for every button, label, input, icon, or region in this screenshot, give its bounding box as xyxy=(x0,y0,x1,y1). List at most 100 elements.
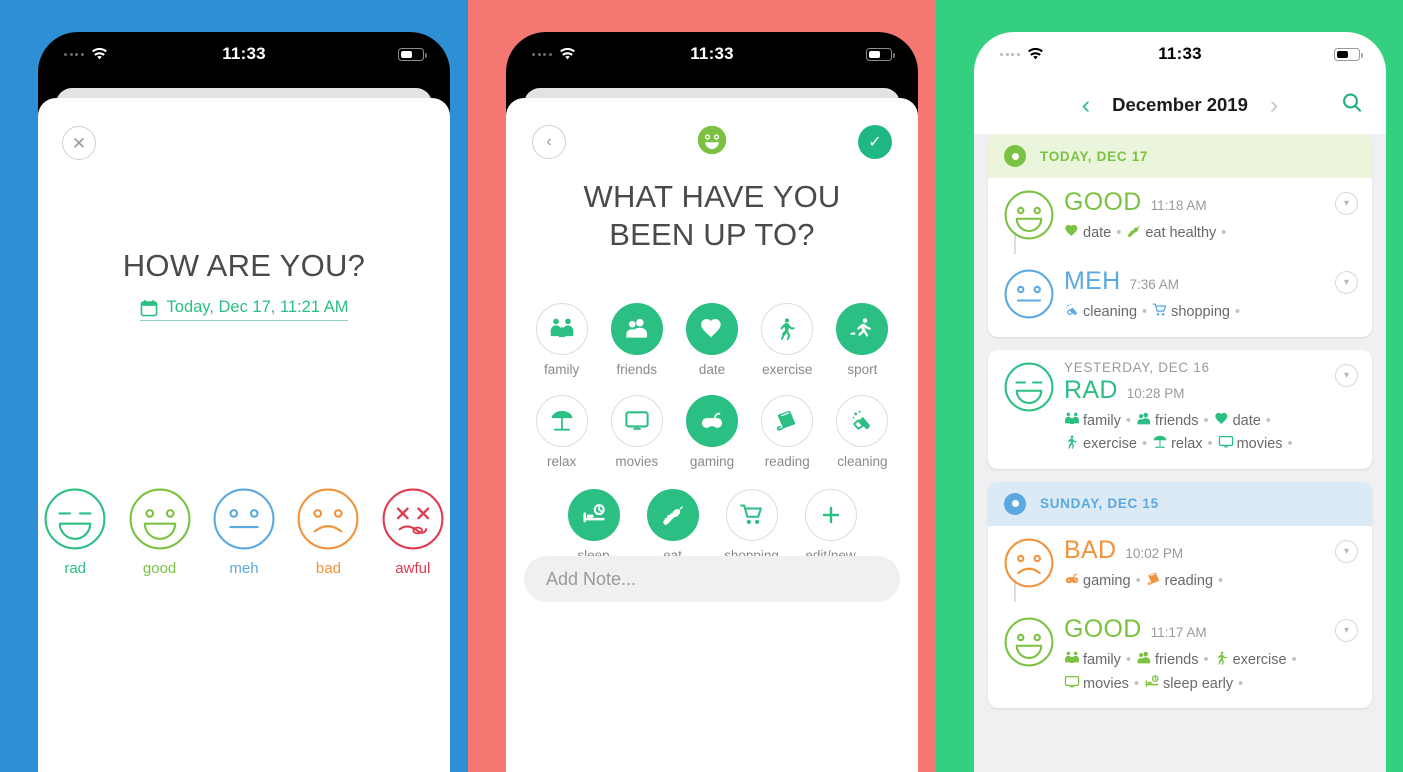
mood-option-meh[interactable]: meh xyxy=(207,488,281,577)
status-time: 11:33 xyxy=(222,44,266,63)
entry-body: YESTERDAY, DEC 16 RAD 10:28 PM family • fr… xyxy=(1058,360,1356,457)
mood-entry[interactable]: MEH 7:36 AM cleaning • shopping • ▾ xyxy=(988,257,1372,336)
activity-cleaning[interactable]: cleaning xyxy=(825,394,900,471)
tag-separator: • xyxy=(1238,675,1244,692)
day-header: TODAY, DEC 17 xyxy=(988,134,1372,178)
activity-label: exercise xyxy=(762,362,813,377)
bed-icon xyxy=(1144,675,1163,692)
tag-book: reading xyxy=(1146,572,1213,589)
phone-frame-2: 11:33 ‹ ✓ WHAT HAVE YOU BEEN UP TO? fami… xyxy=(506,32,918,772)
activity-reading[interactable]: reading xyxy=(750,394,825,471)
tag-exercise: exercise xyxy=(1064,435,1137,452)
entry-mood-icon xyxy=(1004,188,1058,245)
day-marker-icon xyxy=(1004,492,1026,515)
tag-friends: friends xyxy=(1136,652,1198,668)
activity-movies[interactable]: movies xyxy=(599,394,674,471)
search-icon[interactable] xyxy=(1340,91,1364,120)
tag-label: family xyxy=(1083,652,1121,669)
tag-separator: • xyxy=(1133,675,1140,692)
entry-header: MEH 7:36 AM xyxy=(1064,267,1348,296)
tag-separator: • xyxy=(1265,412,1271,429)
status-right xyxy=(1334,47,1363,61)
day-marker-icon xyxy=(1004,145,1026,167)
activity-sport[interactable]: sport xyxy=(825,303,900,379)
date-selector[interactable]: Today, Dec 17, 11:21 AM xyxy=(139,298,349,321)
activity-family[interactable]: family xyxy=(524,303,599,379)
entry-feed[interactable]: TODAY, DEC 17 GOOD 11:18 AM date • eat hea… xyxy=(974,134,1386,772)
entry-mood-icon xyxy=(1004,267,1058,324)
selected-mood-icon xyxy=(506,125,918,160)
mood-entry[interactable]: GOOD 11:17 AM family • friends • exercise •mo… xyxy=(988,605,1372,708)
phone-frame-3: 11:33 ‹ December 2019 › TODAY, DEC 17 GO… xyxy=(974,32,1386,772)
prev-month-icon[interactable]: ‹ xyxy=(1082,92,1090,118)
activity-label: relax xyxy=(546,453,577,469)
day-header-label: TODAY, DEC 17 xyxy=(1040,148,1149,164)
gaming-icon xyxy=(686,394,738,447)
tag-separator: • xyxy=(1203,412,1209,429)
activity-date[interactable]: date xyxy=(674,303,749,379)
gamepad-icon xyxy=(1064,573,1083,589)
month-nav-center: ‹ December 2019 › xyxy=(974,92,1386,118)
mood-entry[interactable]: BAD 10:02 PM gaming • reading • ▾ xyxy=(988,526,1372,605)
day-card: TODAY, DEC 17 GOOD 11:18 AM date • eat hea… xyxy=(988,134,1372,337)
panel-entry-list: 11:33 ‹ December 2019 › TODAY, DEC 17 GO… xyxy=(936,0,1403,772)
activity-gaming[interactable]: gaming xyxy=(674,394,749,471)
day-header: SUNDAY, DEC 15 xyxy=(988,481,1372,526)
tag-gamepad: gaming xyxy=(1064,573,1131,589)
eat-healthy-icon xyxy=(646,488,699,541)
mood-prompt: HOW ARE YOU? Today, Dec 17, 11:21 AM xyxy=(38,248,450,322)
mood-entry[interactable]: GOOD 11:18 AM date • eat healthy • ▾ xyxy=(988,178,1372,257)
mood-option-bad[interactable]: bad xyxy=(291,488,365,577)
tag-label: date xyxy=(1083,225,1112,241)
tv-icon xyxy=(1218,436,1237,452)
mood-option-good[interactable]: good xyxy=(122,488,196,577)
exercise-icon xyxy=(761,303,814,355)
expand-icon[interactable]: ▾ xyxy=(1335,539,1358,563)
activity-row-2: relax movies gaming reading cleaning xyxy=(524,394,900,471)
activity-label: reading xyxy=(764,453,810,469)
entry-mood-label: BAD xyxy=(1064,535,1117,564)
mood-label: rad xyxy=(64,560,87,577)
status-bar-3: 11:33 xyxy=(974,32,1386,76)
battery-icon xyxy=(1334,47,1363,61)
activity-relax[interactable]: relax xyxy=(524,394,599,471)
entry-body: MEH 7:36 AM cleaning • shopping • xyxy=(1058,267,1356,324)
tag-separator: • xyxy=(1203,652,1209,669)
entry-tags: date • eat healthy • xyxy=(1064,222,1348,245)
close-icon[interactable]: ✕ xyxy=(62,126,96,160)
activity-friends[interactable]: friends xyxy=(599,303,674,379)
current-month-label: December 2019 xyxy=(1112,94,1248,115)
tag-separator: • xyxy=(1207,436,1213,453)
entry-mood-label: RAD xyxy=(1064,375,1118,404)
next-month-icon[interactable]: › xyxy=(1270,92,1278,118)
mood-option-awful[interactable]: awful xyxy=(376,488,450,577)
title-line-1: WHAT HAVE YOU xyxy=(583,179,841,214)
mood-label: bad xyxy=(315,560,341,577)
mood-label: good xyxy=(142,560,177,577)
entry-time: 11:18 AM xyxy=(1150,198,1207,213)
tag-separator: • xyxy=(1142,436,1148,453)
entry-time: 11:17 AM xyxy=(1150,625,1207,641)
mood-entry[interactable]: YESTERDAY, DEC 16 RAD 10:28 PM family • fr… xyxy=(988,350,1372,469)
expand-icon[interactable]: ▾ xyxy=(1335,192,1358,215)
tag-separator: • xyxy=(1125,652,1131,669)
activity-label: gaming xyxy=(689,453,735,469)
mood-label: awful xyxy=(395,560,431,577)
tag-label: friends xyxy=(1154,412,1199,429)
title-line-2: BEEN UP TO? xyxy=(609,216,815,252)
activity-exercise[interactable]: exercise xyxy=(750,303,825,379)
tag-bed: sleep early xyxy=(1144,675,1233,692)
activity-label: friends xyxy=(616,362,658,377)
entry-time: 7:36 AM xyxy=(1129,277,1179,293)
carrot-icon xyxy=(1126,225,1145,241)
broom-icon xyxy=(1064,304,1083,320)
entry-date-label: YESTERDAY, DEC 16 xyxy=(1064,359,1210,375)
expand-icon[interactable]: ▾ xyxy=(1335,363,1358,387)
tag-separator: • xyxy=(1221,225,1227,241)
add-note-input[interactable]: Add Note... xyxy=(524,556,900,602)
tag-separator: • xyxy=(1142,304,1148,321)
family-icon xyxy=(1064,412,1083,429)
cleaning-icon xyxy=(836,394,889,447)
mood-option-rad[interactable]: rad xyxy=(38,488,112,577)
status-bar-1: 11:33 xyxy=(38,32,450,76)
